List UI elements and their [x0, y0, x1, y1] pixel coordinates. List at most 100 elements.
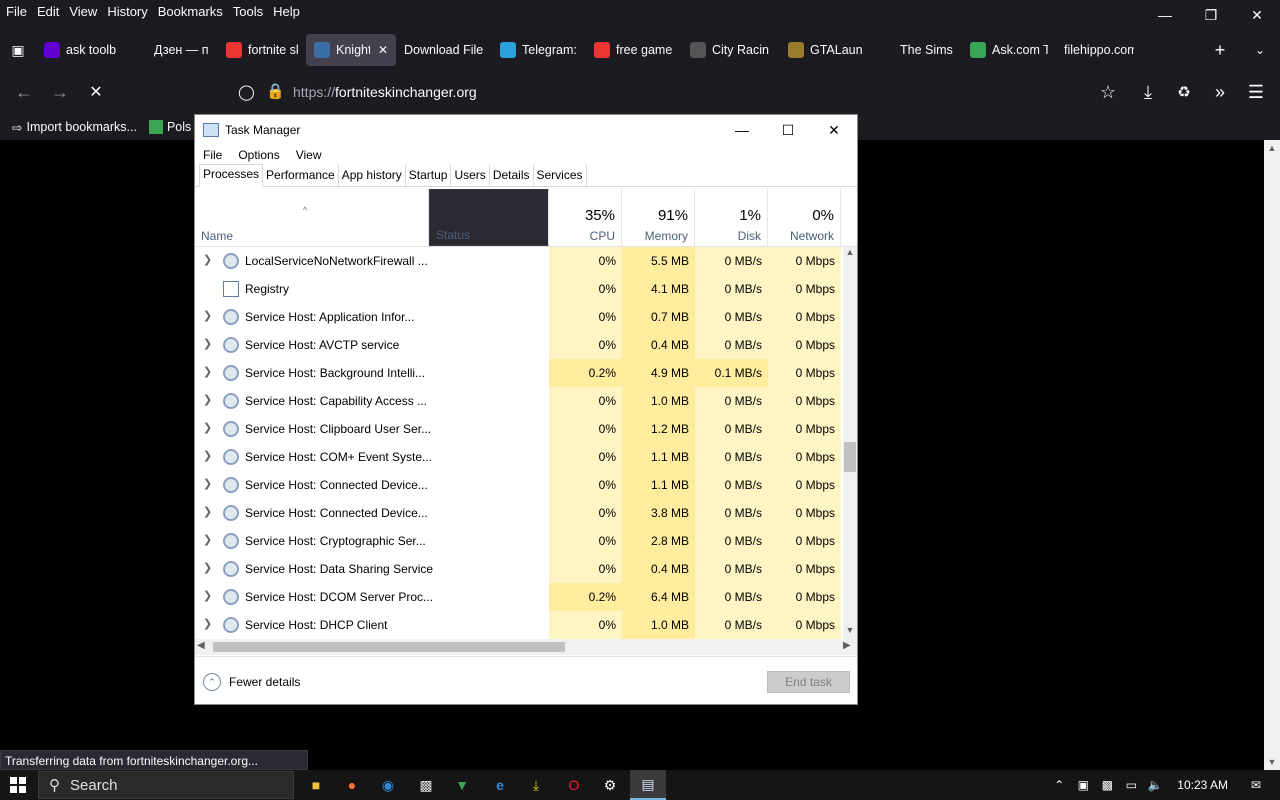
menu-edit[interactable]: Edit: [37, 4, 59, 19]
scroll-down-icon[interactable]: ▼: [843, 625, 857, 639]
internet-explorer-icon[interactable]: e: [482, 770, 518, 800]
column-memory[interactable]: 91% Memory: [622, 189, 695, 246]
close-button[interactable]: ✕: [811, 115, 857, 145]
browser-tab[interactable]: GTALaunc: [780, 34, 870, 66]
menu-file[interactable]: File: [203, 148, 222, 162]
expand-chevron-icon[interactable]: ❯: [203, 393, 212, 406]
overflow-chevron-icon[interactable]: »: [1206, 78, 1234, 106]
end-task-button[interactable]: End task: [767, 671, 850, 693]
expand-chevron-icon[interactable]: ❯: [203, 309, 212, 322]
page-scrollbar[interactable]: ▲ ▼: [1264, 140, 1280, 770]
clock[interactable]: 10:23 AM: [1177, 778, 1228, 792]
close-window-button[interactable]: ✕: [1234, 0, 1280, 30]
network-icon[interactable]: ▭: [1119, 778, 1143, 792]
url-text[interactable]: https://fortniteskinchanger.org: [293, 84, 477, 100]
start-button[interactable]: [0, 770, 36, 800]
expand-chevron-icon[interactable]: ❯: [203, 533, 212, 546]
expand-chevron-icon[interactable]: ❯: [203, 477, 212, 490]
menu-help[interactable]: Help: [273, 4, 300, 19]
browser-app-icon[interactable]: ◉: [370, 770, 406, 800]
tab-details[interactable]: Details: [490, 165, 534, 186]
extensions-icon[interactable]: ♻: [1170, 78, 1198, 106]
table-row[interactable]: ❯ Service Host: Data Sharing Service 0% 0.4…: [195, 555, 843, 583]
show-hidden-icons-chevron-icon[interactable]: ⌃: [1047, 778, 1071, 792]
tray-device-icon[interactable]: ▩: [1095, 778, 1119, 792]
column-name[interactable]: Name: [195, 189, 429, 246]
table-row[interactable]: ❯ Service Host: Connected Device... 0% 3.8 …: [195, 499, 843, 527]
table-row[interactable]: ❯ LocalServiceNoNetworkFirewall ... 0% 5.5 …: [195, 247, 843, 275]
scroll-left-icon[interactable]: ◀: [197, 640, 205, 651]
browser-tab[interactable]: Knight ✕: [306, 34, 396, 66]
tab-app-history[interactable]: App history: [339, 165, 406, 186]
browser-tab[interactable]: Ask.com T: [962, 34, 1056, 66]
taskbar-search[interactable]: ⚲ Search: [38, 771, 294, 799]
browser-tab[interactable]: The Sims: [870, 34, 962, 66]
fewer-details-button[interactable]: ⌃ Fewer details: [203, 673, 300, 691]
settings-gear-icon[interactable]: ⚙: [592, 770, 628, 800]
forward-arrow-icon[interactable]: →: [46, 78, 74, 106]
stop-loading-icon[interactable]: ✕: [82, 78, 110, 106]
expand-chevron-icon[interactable]: ❯: [203, 505, 212, 518]
notifications-icon[interactable]: ✉: [1244, 778, 1268, 792]
expand-chevron-icon[interactable]: ❯: [203, 253, 212, 266]
table-row[interactable]: ❯ Service Host: Connected Device... 0% 1.1 …: [195, 471, 843, 499]
title-bar[interactable]: Task Manager — ☐ ✕: [195, 115, 857, 145]
expand-chevron-icon[interactable]: ❯: [203, 561, 212, 574]
table-row[interactable]: ❯ Service Host: Cryptographic Ser... 0% 2.8…: [195, 527, 843, 555]
scroll-up-icon[interactable]: ▲: [843, 247, 857, 261]
expand-chevron-icon[interactable]: ❯: [203, 589, 212, 602]
table-row[interactable]: ❯ Service Host: COM+ Event Syste... 0% 1.1 …: [195, 443, 843, 471]
table-row[interactable]: ❯ Service Host: Background Intelli... 0.2%…: [195, 359, 843, 387]
menu-file[interactable]: File: [6, 4, 27, 19]
expand-chevron-icon[interactable]: ❯: [203, 421, 212, 434]
table-row[interactable]: ❯ Service Host: DCOM Server Proc... 0.2% 6.…: [195, 583, 843, 611]
column-status[interactable]: Status: [429, 189, 549, 246]
browser-tab[interactable]: ask toolba: [36, 34, 124, 66]
expand-chevron-icon[interactable]: ❯: [203, 617, 212, 630]
column-cpu[interactable]: 35% CPU: [549, 189, 622, 246]
scroll-down-icon[interactable]: ▼: [1264, 754, 1280, 770]
tab-processes[interactable]: Processes: [199, 164, 264, 187]
table-row[interactable]: ❯ Service Host: Capability Access ... 0% 1.…: [195, 387, 843, 415]
tab-performance[interactable]: Performance: [263, 165, 339, 186]
browser-tab[interactable]: Дзен — п: [124, 34, 218, 66]
table-row[interactable]: ❯ Service Host: Application Infor... 0% 0.7…: [195, 303, 843, 331]
expand-chevron-icon[interactable]: ❯: [203, 449, 212, 462]
scroll-right-icon[interactable]: ▶: [843, 640, 851, 651]
menu-bookmarks[interactable]: Bookmarks: [158, 4, 223, 19]
tab-overview-icon[interactable]: ▣: [0, 34, 36, 66]
browser-tab[interactable]: filehippo.com: [1056, 34, 1142, 66]
close-tab-icon[interactable]: ✕: [378, 43, 388, 57]
table-row[interactable]: ❯ Service Host: Clipboard User Ser... 0% 1.…: [195, 415, 843, 443]
scrollbar-thumb[interactable]: [844, 442, 856, 472]
menu-tools[interactable]: Tools: [233, 4, 263, 19]
opera-icon[interactable]: O: [556, 770, 592, 800]
minimize-button[interactable]: —: [1142, 0, 1188, 30]
restore-button[interactable]: ❐: [1188, 0, 1234, 30]
browser-tab[interactable]: Telegram:: [492, 34, 586, 66]
menu-view[interactable]: View: [69, 4, 97, 19]
menu-history[interactable]: History: [107, 4, 147, 19]
browser-tab[interactable]: Download File: [396, 34, 492, 66]
browser-tab[interactable]: fortnite sk: [218, 34, 306, 66]
table-row[interactable]: ❯ Service Host: DHCP Client 0% 1.0 MB 0 MB/s…: [195, 611, 843, 639]
tab-startup[interactable]: Startup: [406, 165, 452, 186]
downloader-icon[interactable]: ⤓: [518, 770, 554, 800]
tab-services[interactable]: Services: [534, 165, 587, 186]
column-disk[interactable]: 1% Disk: [695, 189, 768, 246]
maximize-button[interactable]: ☐: [765, 115, 811, 145]
minimize-button[interactable]: —: [719, 115, 765, 145]
file-explorer-icon[interactable]: ■: [298, 770, 334, 800]
app-menu-icon[interactable]: ☰: [1242, 78, 1270, 106]
tracking-shield-icon[interactable]: ◯: [238, 83, 255, 101]
menu-options[interactable]: Options: [238, 148, 279, 162]
scroll-up-icon[interactable]: ▲: [1264, 140, 1280, 156]
table-row[interactable]: Registry 0% 4.1 MB 0 MB/s 0 Mbps: [195, 275, 843, 303]
browser-tab[interactable]: free game: [586, 34, 682, 66]
menu-view[interactable]: View: [296, 148, 322, 162]
downloads-icon[interactable]: ⤓: [1134, 78, 1162, 106]
horizontal-scrollbar[interactable]: ◀ ▶: [195, 639, 857, 655]
list-scrollbar[interactable]: ▲ ▼: [843, 247, 857, 639]
column-network[interactable]: 0% Network: [768, 189, 841, 246]
table-row[interactable]: ❯ Service Host: AVCTP service 0% 0.4 MB 0 MB…: [195, 331, 843, 359]
